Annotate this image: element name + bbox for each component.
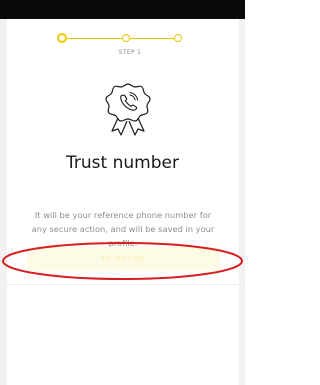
step-label: STEP 1 — [118, 49, 142, 56]
step-connector-2 — [130, 37, 176, 39]
section-divider — [0, 284, 245, 285]
phone-ribbon-badge-icon — [105, 82, 151, 136]
step-3-dot — [174, 34, 182, 42]
step-1-dot — [57, 33, 67, 43]
define-button[interactable]: TO DEFINE — [27, 247, 220, 271]
description-text: It will be your reference phone number f… — [31, 210, 215, 248]
step-progress — [57, 33, 182, 43]
phone-screen: STEP 1 Trust number It will be your refe… — [0, 0, 245, 385]
step-2-dot — [122, 34, 130, 42]
left-gutter — [0, 19, 7, 385]
step-connector-1 — [67, 37, 122, 39]
status-bar — [0, 0, 245, 19]
page-title: Trust number — [66, 153, 179, 173]
trust-number-card — [7, 19, 239, 385]
right-gutter — [239, 19, 245, 385]
